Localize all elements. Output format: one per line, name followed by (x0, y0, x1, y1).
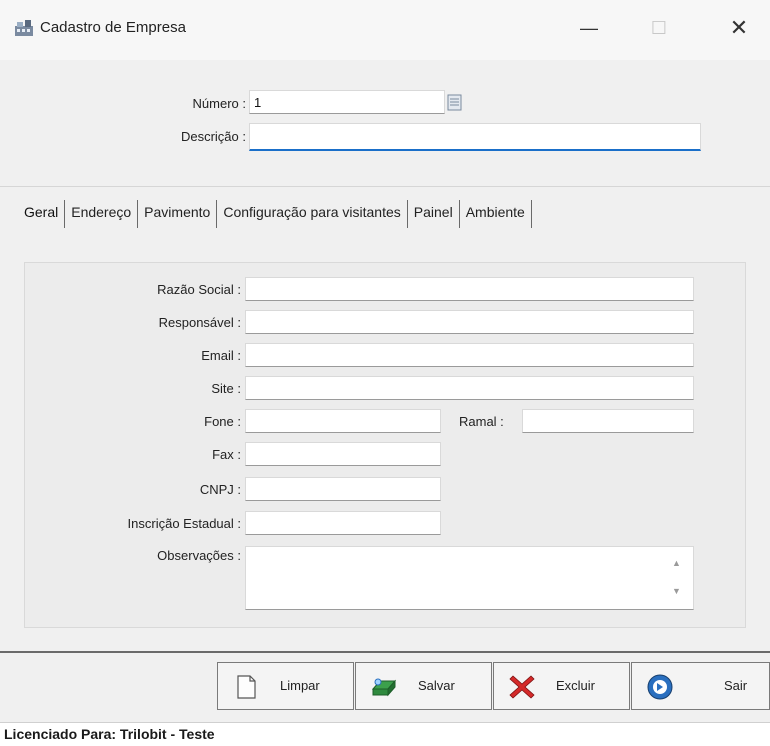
email-field[interactable] (245, 343, 694, 367)
ramal-field[interactable] (522, 409, 694, 433)
numero-label: Número : (192, 96, 246, 111)
excluir-label: Excluir (556, 678, 596, 693)
tab-geral[interactable]: Geral (20, 200, 66, 228)
sair-button[interactable]: Sair (631, 662, 770, 710)
maximize-button[interactable]: ☐ (636, 8, 682, 48)
window-title: Cadastro de Empresa (40, 19, 186, 36)
tab-pavimento[interactable]: Pavimento (140, 200, 218, 228)
app-icon (15, 20, 33, 36)
search-list-icon[interactable] (447, 94, 463, 112)
sair-label: Sair (724, 678, 748, 693)
responsavel-field[interactable] (245, 310, 694, 334)
site-field[interactable] (245, 376, 694, 400)
fone-field[interactable] (245, 409, 441, 433)
salvar-label: Salvar (418, 678, 455, 693)
observacoes-field[interactable] (245, 546, 694, 610)
tab-ambiente[interactable]: Ambiente (462, 200, 532, 228)
fax-field[interactable] (245, 442, 441, 466)
ramal-label: Ramal : (459, 414, 504, 429)
limpar-button[interactable]: Limpar (217, 662, 354, 710)
close-button[interactable]: ✕ (716, 8, 762, 48)
tab-strip: Geral Endereço Pavimento Configuração pa… (20, 200, 534, 228)
tab-configuracao-visitantes[interactable]: Configuração para visitantes (219, 200, 408, 228)
button-bar-divider (0, 651, 770, 653)
numero-field[interactable] (249, 90, 445, 114)
responsavel-label: Responsável : (158, 315, 241, 330)
salvar-button[interactable]: Salvar (355, 662, 492, 710)
status-bar: Licenciado Para: Trilobit - Teste (0, 722, 770, 746)
limpar-label: Limpar (280, 678, 320, 693)
site-label: Site : (211, 381, 241, 396)
fone-label: Fone : (204, 414, 241, 429)
cnpj-label: CNPJ : (199, 482, 241, 497)
descricao-field[interactable] (249, 123, 701, 151)
cnpj-field[interactable] (245, 477, 441, 501)
title-bar: Cadastro de Empresa — ☐ ✕ (0, 0, 770, 60)
license-text: Licenciado Para: Trilobit - Teste (4, 726, 215, 742)
delete-x-icon (509, 675, 535, 699)
scroll-up-arrow-icon[interactable]: ▲ (672, 558, 681, 568)
inscricao-estadual-label: Inscrição Estadual : (127, 516, 241, 531)
descricao-label: Descrição : (180, 129, 246, 144)
inscricao-estadual-field[interactable] (245, 511, 441, 535)
save-icon (371, 678, 397, 697)
document-icon (237, 675, 256, 699)
exit-globe-icon (647, 674, 673, 700)
scroll-down-arrow-icon[interactable]: ▼ (672, 586, 681, 596)
email-label: Email : (201, 348, 241, 363)
fax-label: Fax : (212, 447, 241, 462)
header-divider (0, 186, 770, 187)
razao-social-label: Razão Social : (157, 282, 241, 297)
razao-social-field[interactable] (245, 277, 694, 301)
minimize-button[interactable]: — (566, 8, 612, 48)
tab-painel[interactable]: Painel (410, 200, 460, 228)
observacoes-label: Observações : (157, 548, 241, 563)
excluir-button[interactable]: Excluir (493, 662, 630, 710)
tab-endereco[interactable]: Endereço (67, 200, 139, 228)
